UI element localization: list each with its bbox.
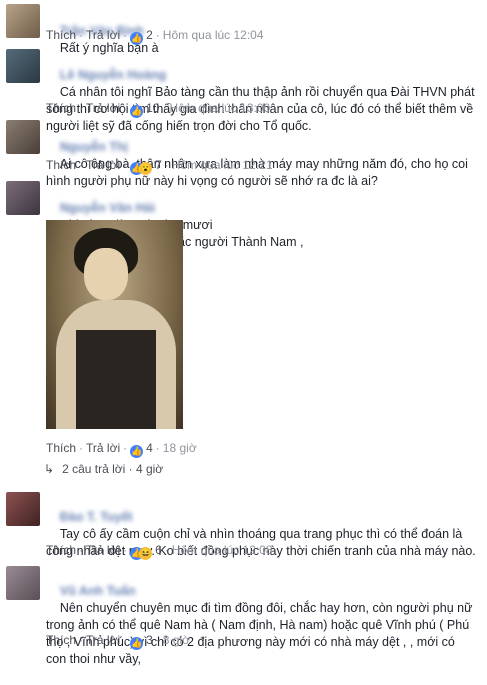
timestamp[interactable]: Hôm qua lúc 12:04 bbox=[163, 28, 264, 42]
separator: · bbox=[79, 543, 84, 557]
like-link[interactable]: Thích bbox=[46, 441, 76, 455]
commenter-name[interactable]: Nguyễn Văn Hải bbox=[60, 200, 155, 217]
thumbs-up-icon[interactable]: 👍 bbox=[130, 32, 144, 45]
separator: · bbox=[155, 441, 160, 455]
photo-figure-face bbox=[84, 248, 128, 300]
separator: · bbox=[155, 633, 160, 647]
comment-actions: Thích · Trả lời · 👍😆 6 · Hôm qua lúc 12:08 bbox=[46, 543, 273, 560]
reply-link[interactable]: Trả lời bbox=[86, 28, 120, 42]
like-link[interactable]: Thích bbox=[46, 158, 76, 172]
commenter-name[interactable]: Vũ Anh Tuấn bbox=[60, 583, 136, 600]
photo-figure-apron bbox=[76, 330, 156, 429]
thumbs-up-icon[interactable]: 👍 bbox=[130, 105, 144, 118]
attached-photo[interactable] bbox=[46, 220, 183, 429]
like-count[interactable]: 3 bbox=[146, 633, 153, 647]
comment-actions: Thích · Trả lời · 👍 3 · 8 giờ bbox=[46, 633, 190, 650]
like-link[interactable]: Thích bbox=[46, 101, 76, 115]
avatar[interactable] bbox=[6, 181, 40, 215]
like-link[interactable]: Thích bbox=[46, 543, 76, 557]
like-count[interactable]: 2 bbox=[146, 28, 153, 42]
separator: · bbox=[123, 158, 128, 172]
separator: · bbox=[155, 28, 160, 42]
view-replies-link[interactable]: ↳ 2 câu trả lời · 4 giờ bbox=[44, 462, 163, 476]
haha-icon[interactable]: 😆 bbox=[139, 547, 153, 560]
reply-link[interactable]: Trả lời bbox=[86, 101, 120, 115]
comment-actions: Thích · Trả lời · 👍 10 · Hôm qua lúc 13:00 bbox=[46, 101, 270, 118]
haha-icon[interactable]: 😮 bbox=[139, 162, 153, 175]
separator: · bbox=[79, 441, 84, 455]
separator: · bbox=[79, 28, 84, 42]
separator: · bbox=[164, 543, 169, 557]
separator: · bbox=[123, 633, 128, 647]
like-count[interactable]: 7 bbox=[155, 158, 162, 172]
comment-actions: Thích · Trả lời · 👍😮 7 · Hôm qua lúc 12:21 bbox=[46, 158, 273, 175]
reply-arrow-icon: ↳ bbox=[44, 462, 55, 476]
timestamp[interactable]: Hôm qua lúc 12:08 bbox=[172, 543, 273, 557]
separator: · bbox=[123, 28, 128, 42]
like-count[interactable]: 6 bbox=[155, 543, 162, 557]
comment-body: Đào T. Tuyết Tay cô ấy cầm cuộn chỉ và n… bbox=[46, 492, 476, 577]
separator: · bbox=[79, 101, 84, 115]
timestamp[interactable]: 8 giờ bbox=[163, 633, 190, 647]
avatar[interactable] bbox=[6, 566, 40, 600]
reply-link[interactable]: Trả lời bbox=[86, 158, 120, 172]
like-link[interactable]: Thích bbox=[46, 28, 76, 42]
replies-count[interactable]: 2 câu trả lời · 4 giờ bbox=[62, 462, 163, 476]
commenter-name[interactable]: Đào T. Tuyết bbox=[60, 509, 133, 526]
commenter-name[interactable]: Lê Nguyễn Hoàng bbox=[60, 67, 166, 84]
avatar[interactable] bbox=[6, 120, 40, 154]
separator: · bbox=[123, 441, 128, 455]
avatar[interactable] bbox=[6, 49, 40, 83]
separator: · bbox=[164, 158, 169, 172]
separator: · bbox=[123, 543, 128, 557]
timestamp[interactable]: Hôm qua lúc 13:00 bbox=[169, 101, 270, 115]
reply-link[interactable]: Trả lời bbox=[86, 543, 120, 557]
like-link[interactable]: Thích bbox=[46, 633, 76, 647]
separator: · bbox=[162, 101, 167, 115]
comment-actions: Thích · Trả lời · 👍 4 · 18 giờ bbox=[46, 441, 197, 458]
separator: · bbox=[123, 101, 128, 115]
separator: · bbox=[79, 158, 84, 172]
reply-link[interactable]: Trả lời bbox=[86, 441, 120, 455]
like-count[interactable]: 4 bbox=[146, 441, 153, 455]
like-count[interactable]: 10 bbox=[146, 101, 159, 115]
commenter-name[interactable]: Nguyễn Thị bbox=[60, 139, 128, 156]
comment-actions: Thích · Trả lời · 👍 2 · Hôm qua lúc 12:04 bbox=[46, 28, 264, 45]
timestamp[interactable]: 18 giờ bbox=[163, 441, 197, 455]
avatar[interactable] bbox=[6, 4, 40, 38]
comment-body: Vũ Anh Tuấn Nên chuyển chuyên mục đi tìm… bbox=[46, 566, 476, 685]
thumbs-up-icon[interactable]: 👍 bbox=[130, 637, 144, 650]
thumbs-up-icon[interactable]: 👍 bbox=[130, 445, 144, 458]
timestamp[interactable]: Hôm qua lúc 12:21 bbox=[172, 158, 273, 172]
reply-link[interactable]: Trả lời bbox=[86, 633, 120, 647]
avatar[interactable] bbox=[6, 492, 40, 526]
separator: · bbox=[79, 633, 84, 647]
